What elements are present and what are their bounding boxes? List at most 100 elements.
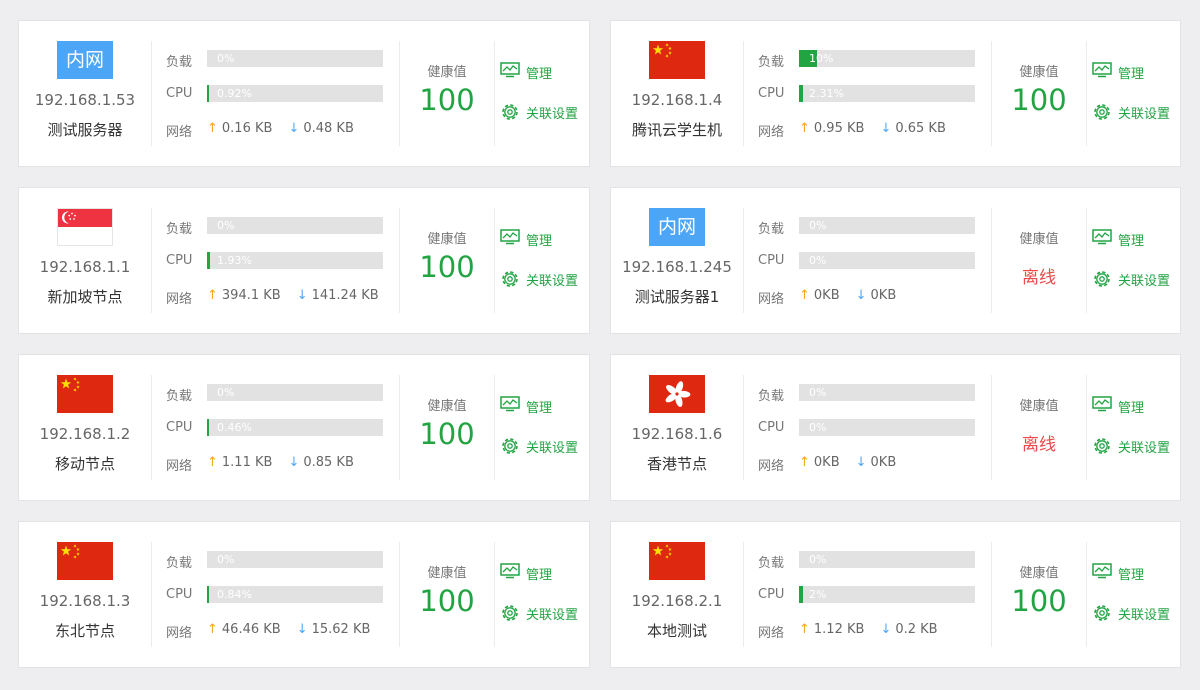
server-ip: 192.168.2.1 [631, 592, 723, 610]
hong-kong-flag-icon [649, 375, 705, 413]
actions-column: 管理 关联设置 [1092, 522, 1182, 667]
singapore-flag-icon [57, 208, 113, 246]
load-bar: 0% [207, 551, 383, 568]
monitor-icon [500, 229, 520, 245]
manage-label: 管理 [526, 234, 553, 249]
health-value: 100 [419, 417, 475, 451]
cpu-bar: 2% [799, 586, 975, 603]
server-flag [649, 375, 705, 413]
divider [1086, 375, 1087, 480]
health-label: 健康值 [427, 65, 467, 80]
monitor-icon [1092, 229, 1112, 245]
divider [494, 375, 495, 480]
health-value: 100 [1011, 584, 1067, 618]
server-metrics: 负载 0% CPU 0% 网络 ↑ 0KB ↓ 0KB [758, 355, 983, 500]
download-value: 0.2 KB [895, 622, 938, 637]
load-percent: 0% [809, 219, 827, 232]
server-ip: 192.168.1.1 [39, 258, 131, 276]
cpu-bar-fill [207, 586, 209, 603]
health-label: 健康值 [1019, 65, 1059, 80]
china-flag-icon [57, 542, 113, 580]
upload-arrow-icon: ↑ [799, 622, 810, 637]
health-column: 健康值 100 [400, 21, 494, 166]
actions-column: 管理 关联设置 [500, 522, 590, 667]
server-metrics: 负载 0% CPU 2% 网络 ↑ 1.12 KB ↓ 0.2 KB [758, 522, 983, 667]
manage-label: 管理 [1118, 234, 1145, 249]
china-flag-icon [649, 542, 705, 580]
server-flag: 内网 [649, 208, 705, 246]
gear-icon [502, 438, 518, 454]
actions-column: 管理 关联设置 [1092, 21, 1182, 166]
server-card: 内网 192.168.1.245 测试服务器1 负载 0% CPU 0% 网络 … [610, 187, 1181, 334]
upload-arrow-icon: ↑ [799, 121, 810, 136]
gear-icon [502, 271, 518, 287]
network-label: 网络 [166, 292, 193, 307]
health-label: 健康值 [427, 232, 467, 247]
server-flag [649, 41, 705, 79]
upload-arrow-icon: ↑ [207, 121, 218, 136]
cpu-label: CPU [166, 587, 193, 602]
download-value: 0KB [870, 288, 897, 303]
cpu-percent: 2.31% [809, 87, 844, 100]
lan-badge: 内网 [649, 208, 705, 246]
monitor-icon [1092, 563, 1112, 579]
load-percent: 0% [217, 553, 235, 566]
divider [1086, 542, 1087, 647]
health-label: 健康值 [1019, 232, 1059, 247]
cpu-percent: 0.46% [217, 421, 252, 434]
load-label: 负载 [758, 55, 785, 70]
divider [151, 542, 152, 647]
load-label: 负载 [758, 389, 785, 404]
upload-arrow-icon: ↑ [207, 288, 218, 303]
server-flag: 内网 [57, 41, 113, 79]
server-name: 本地测试 [646, 622, 707, 640]
download-value: 141.24 KB [311, 288, 379, 303]
health-label: 健康值 [427, 566, 467, 581]
network-label: 网络 [758, 459, 785, 474]
server-flag [57, 375, 113, 413]
upload-value: 0.95 KB [813, 121, 865, 136]
health-value: 100 [419, 584, 475, 618]
divider [151, 375, 152, 480]
server-flag [649, 542, 705, 580]
gear-icon [502, 605, 518, 621]
cpu-percent: 0.84% [217, 588, 252, 601]
cpu-percent: 0% [809, 254, 827, 267]
actions-column: 管理 关联设置 [500, 355, 590, 500]
load-bar: 0% [207, 217, 383, 234]
server-ip: 192.168.1.2 [39, 425, 131, 443]
server-metrics: 负载 0% CPU 0% 网络 ↑ 0KB ↓ 0KB [758, 188, 983, 333]
link-settings-label: 关联设置 [526, 608, 579, 623]
upload-arrow-icon: ↑ [799, 288, 810, 303]
monitor-icon [1092, 396, 1112, 412]
load-percent: 0% [217, 386, 235, 399]
download-arrow-icon: ↓ [296, 288, 308, 303]
health-column: 健康值 100 [400, 188, 494, 333]
cpu-bar: 1.93% [207, 252, 383, 269]
actions-column: 管理 关联设置 [1092, 188, 1182, 333]
download-arrow-icon: ↓ [296, 622, 308, 637]
gear-icon [1094, 271, 1110, 287]
server-card: 192.168.1.6 香港节点 负载 0% CPU 0% 网络 ↑ 0KB ↓… [610, 354, 1181, 501]
network-label: 网络 [758, 292, 785, 307]
divider [151, 208, 152, 313]
gear-icon [1094, 104, 1110, 120]
divider [1086, 41, 1087, 146]
download-value: 0KB [870, 455, 897, 470]
server-card: 192.168.1.4 腾讯云学生机 负载 10% CPU 2.31% 网络 ↑… [610, 20, 1181, 167]
server-flag [57, 208, 113, 246]
cpu-bar-fill [799, 586, 803, 603]
network-label: 网络 [758, 125, 785, 140]
download-arrow-icon: ↓ [880, 622, 892, 637]
server-name: 香港节点 [646, 455, 707, 473]
server-metrics: 负载 10% CPU 2.31% 网络 ↑ 0.95 KB ↓ 0.65 KB [758, 21, 983, 166]
load-bar: 0% [207, 384, 383, 401]
cpu-percent: 2% [809, 588, 827, 601]
actions-column: 管理 关联设置 [500, 188, 590, 333]
divider [743, 542, 744, 647]
server-card: 192.168.2.1 本地测试 负载 0% CPU 2% 网络 ↑ 1.12 … [610, 521, 1181, 668]
download-arrow-icon: ↓ [288, 455, 300, 470]
divider [151, 41, 152, 146]
cpu-bar: 0.92% [207, 85, 383, 102]
upload-value: 1.11 KB [221, 455, 273, 470]
